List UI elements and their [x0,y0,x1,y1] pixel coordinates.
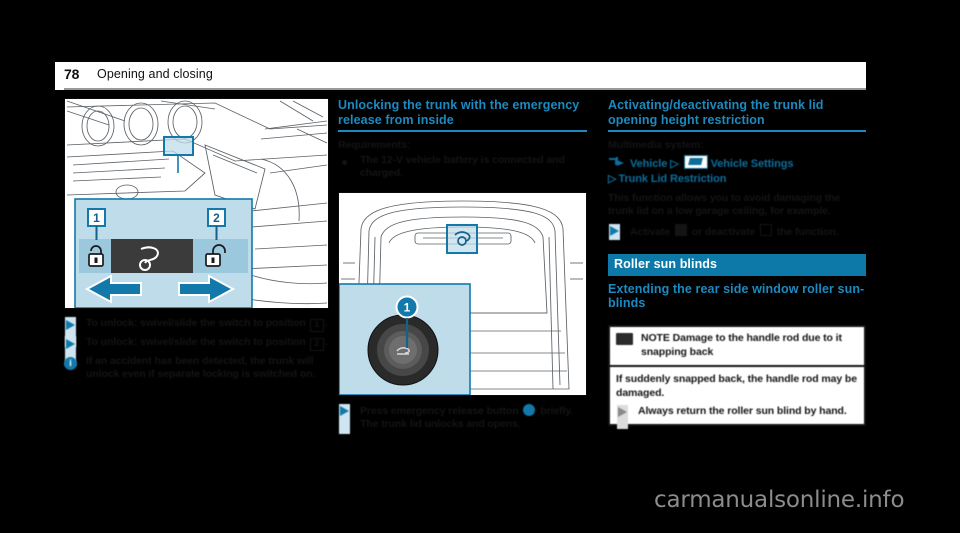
column-right: Activating/deactivating the trunk lid op… [608,98,866,429]
page-header: 78 Opening and closing [55,62,866,90]
step-result-text: The trunk lid unlocks and opens. [360,418,521,431]
step-marker [64,336,86,366]
chevron-icon: ▷ [608,172,617,185]
path-item-vehicle-settings[interactable]: Vehicle Settings [711,158,794,170]
warning-action: Always return the roller sun blind by ha… [616,404,858,429]
step-unlock-position-1: To unlock: swivel/slide the switch to po… [64,317,329,347]
position-glyph-1: 1 [309,319,324,332]
step-text: Press emergency release button briefly. T… [360,403,574,431]
requirement-text: The 12-V vehicle battery is connected an… [360,153,565,180]
dashboard-lock-switch-figure: 1 2 [64,98,329,309]
release-location-highlight [446,223,478,254]
step-unlock-position-2: To unlock: swivel/slide the switch to po… [64,336,329,366]
step-marker [616,404,638,429]
section-heading-height-restriction: Activating/deactivating the trunk lid op… [608,98,866,132]
subheading-extending-roller-sun-blinds: Extending the rear side window roller su… [608,281,865,311]
multimedia-path: Vehicle ▷ Vehicle Settings ▷ Trunk Lid R… [608,154,866,187]
watermark: carmanualsonline.info [654,487,905,513]
requirements-label: Requirements: [338,138,411,151]
requirement-item: The 12-V vehicle battery is connected an… [338,154,587,181]
info-marker: i [64,355,86,370]
svg-text:1: 1 [404,300,411,314]
warning-note-title: NOTE Damage to the handle rod due to it … [641,332,842,358]
step-marker [338,403,360,434]
page-running-title: Opening and closing [97,67,213,81]
column-left: 1 2 To unlock: swivel/slide the switch t… [64,98,329,386]
step-marker [608,223,630,240]
checkbox-checked-icon [674,223,687,236]
header-divider [64,88,866,90]
bullet-dot-icon [342,159,347,165]
info-note-text: If an accident has been detected, the tr… [86,355,316,381]
multimedia-system-label: Multimedia system: [608,138,704,151]
trunk-illustration-svg: 1 [339,192,586,395]
warning-note-box: NOTE Damage to the handle rod due to it … [608,325,866,429]
checkbox-unchecked-icon [760,223,772,236]
svg-text:1: 1 [93,211,100,225]
dashboard-illustration-svg: 1 2 [65,99,328,308]
path-item-trunk-lid-restriction[interactable]: Trunk Lid Restriction [618,173,726,185]
step-press-release-button: Press emergency release button briefly. T… [338,403,587,434]
step-activate-deactivate: Activate or deactivate the function. [608,223,866,240]
warning-body-text: If suddenly snapped back, the handle rod… [616,373,857,399]
section-heading-emergency-release: Unlocking the trunk with the emergency r… [338,98,587,132]
position-glyph-2: 2 [309,338,324,351]
trunk-emergency-release-figure: 1 [338,191,587,396]
bullet-marker [338,154,360,165]
vehicle-settings-icon [683,154,708,169]
callout-reference-1 [523,403,536,416]
warning-action-text: Always return the roller sun blind by ha… [638,404,847,417]
note-icon [616,333,633,346]
screenshot-root: 78 Opening and closing 1 2 To unlock: sw… [0,0,960,533]
warning-note-body: If suddenly snapped back, the handle rod… [610,365,864,429]
chevron-icon: ▷ [670,157,679,170]
home-arrow-icon [608,156,628,168]
step-marker [64,317,86,347]
column-middle: Unlocking the trunk with the emergency r… [338,98,587,436]
section-banner-roller-sun-blinds: Roller sun blinds [608,253,866,276]
info-note: i If an accident has been detected, the … [64,355,329,382]
page-number: 78 [64,66,80,82]
manual-page: 78 Opening and closing 1 2 To unlock: sw… [55,62,866,461]
warning-note-header: NOTE Damage to the handle rod due to it … [616,332,858,359]
step-text: Activate or deactivate the function. [630,223,839,238]
function-description: This function allows you to avoid damagi… [608,191,841,218]
svg-text:2: 2 [213,211,220,225]
step-text: To unlock: swivel/slide the switch to po… [86,336,329,351]
step-text: To unlock: swivel/slide the switch to po… [86,317,329,332]
path-item-vehicle[interactable]: Vehicle [630,158,667,170]
info-icon: i [64,357,77,370]
